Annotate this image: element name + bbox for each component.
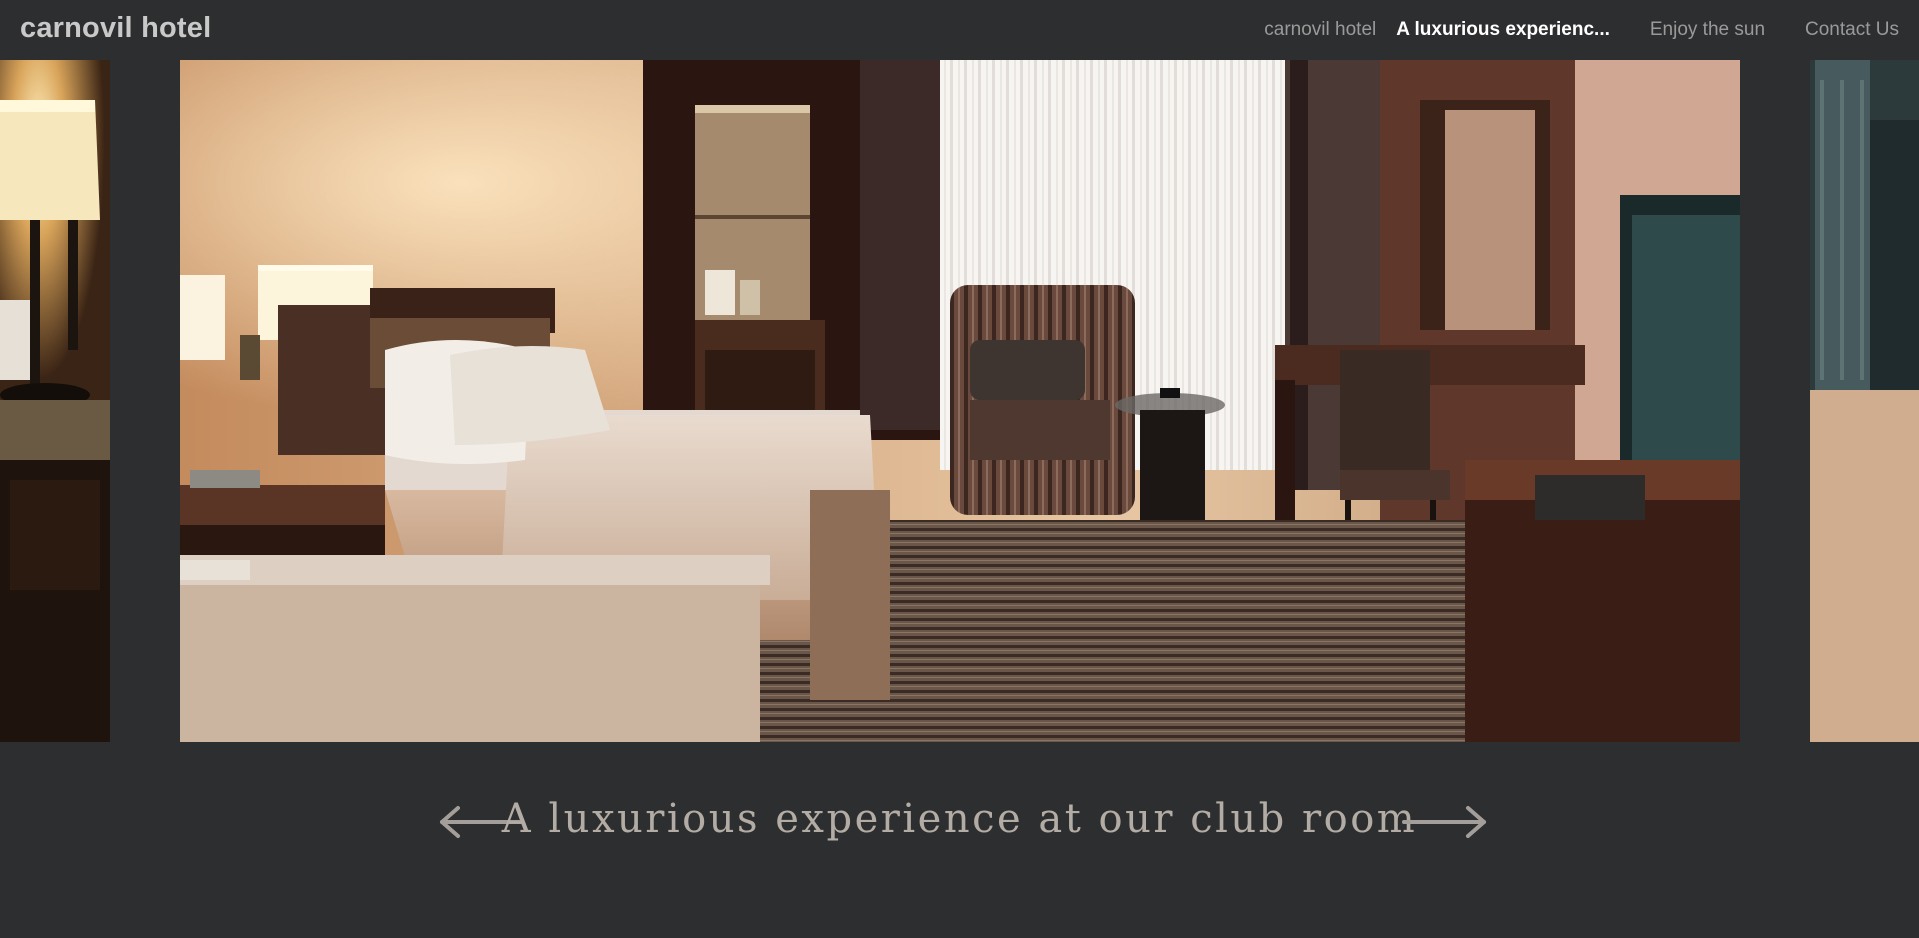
nav-link-home[interactable]: carnovil hotel	[1264, 19, 1376, 41]
next-slide-button[interactable]	[1400, 802, 1490, 842]
previous-slide-image[interactable]	[0, 60, 110, 742]
slide-caption: A luxurious experience at our club room	[501, 796, 1418, 842]
arrow-right-icon	[1402, 806, 1486, 838]
image-carousel	[0, 60, 1919, 742]
nav-links: carnovil hotel A luxurious experienc... …	[1264, 19, 1899, 41]
next-slide-image[interactable]	[1810, 60, 1919, 742]
nav-link-contact[interactable]: Contact Us	[1805, 19, 1899, 41]
nav-link-club-room[interactable]: A luxurious experienc...	[1396, 19, 1610, 41]
page: carnovil hotel carnovil hotel A luxuriou…	[0, 0, 1919, 938]
nav-link-enjoy-sun[interactable]: Enjoy the sun	[1650, 19, 1765, 41]
brand-logo[interactable]: carnovil hotel	[20, 12, 211, 45]
top-navbar: carnovil hotel carnovil hotel A luxuriou…	[0, 0, 1919, 60]
slider-caption-area: A luxurious experience at our club room	[0, 742, 1919, 938]
main-slide-image[interactable]	[180, 60, 1740, 742]
